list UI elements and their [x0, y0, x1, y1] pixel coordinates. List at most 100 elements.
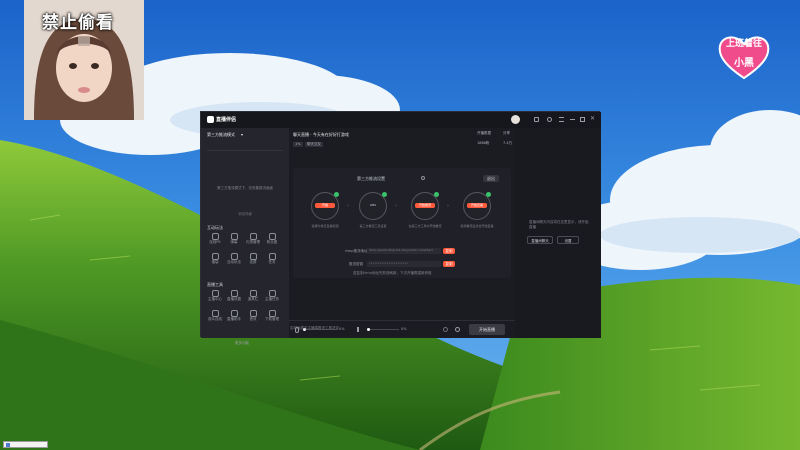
tool-label: 主播任务	[265, 297, 279, 301]
layout-icon[interactable]	[443, 327, 448, 332]
interact-tool-6[interactable]: 连屏	[245, 253, 261, 269]
room-title[interactable]: 聊天直播 · 今天有在好好打游戏	[293, 132, 349, 137]
tool-label: 直播助手	[227, 317, 241, 321]
gear-icon[interactable]	[455, 327, 460, 332]
more-features-link[interactable]: 更多功能	[235, 341, 249, 346]
stream-key-field[interactable]: ••••••••••••••••••••••	[367, 261, 441, 267]
live-companion-window: 直播伴侣 ✕ 第三方推流模式 ▾ 第三方推流模式下，仅采集推流画面 添加场景 互…	[200, 111, 601, 345]
left-sidebar: 第三方推流模式 ▾ 第三方推流模式下，仅采集推流画面 添加场景 互动玩法 直播工…	[201, 128, 289, 345]
tool-icon	[211, 310, 219, 317]
rtmp-address-field[interactable]: rtmp://push-rtmp-l11.douyincdn.com/third	[367, 248, 441, 254]
interact-tool-4[interactable]: 福袋	[207, 253, 223, 269]
minimize-icon[interactable]	[570, 119, 575, 120]
app-logo-text: 直播伴侣	[216, 117, 237, 123]
tool-label: 粉丝团	[266, 240, 278, 244]
sticker-line-2: 小黑	[734, 58, 754, 69]
step-caption-4: 检测推流后点击开始直播	[460, 224, 494, 228]
tool-icon	[268, 253, 276, 260]
sticker-line-1: 上班着往	[725, 39, 762, 49]
check-icon	[434, 192, 439, 197]
webcam-caption: 禁止偷看	[42, 13, 114, 33]
chat-settings-button[interactable]: 设置	[557, 236, 579, 244]
step-badge: 开始推流	[415, 203, 435, 208]
menu-icon[interactable]	[559, 117, 564, 122]
tool-label: 弹幕	[230, 240, 238, 244]
live-tool-4[interactable]: 观众连线	[207, 310, 223, 326]
live-tool-3[interactable]: 主播任务	[264, 290, 280, 306]
tool-icon	[230, 310, 238, 317]
maximize-icon[interactable]	[580, 117, 585, 122]
step-caption-3: 在第三方工具中开始推流	[408, 224, 442, 228]
step-badge: 开始直播	[467, 203, 487, 208]
mic-volume-pct: 0%	[339, 327, 345, 331]
mail-icon[interactable]	[534, 117, 539, 122]
data-link[interactable]: 开播数据	[477, 131, 491, 136]
copy-key-button[interactable]: 复制	[443, 261, 455, 267]
tag-chip-2[interactable]: 聊天交友	[305, 142, 323, 147]
chat-panel: 直播间聊天内容将在这里显示，请开始直播 直播间聊天 设置 开播数据 分享 186…	[477, 128, 601, 338]
tool-label: 音效	[249, 317, 257, 321]
footer-note: 实时画质由主播端推流工具决定	[290, 326, 339, 330]
live-tool-0[interactable]: 主播中心	[207, 290, 223, 306]
scene-mode-dropdown[interactable]: 第三方推流模式	[207, 132, 235, 137]
tray-widget[interactable]	[3, 441, 48, 448]
tool-label: 连线PK	[209, 240, 221, 244]
check-icon	[334, 192, 339, 197]
scene-empty-hint: 第三方推流模式下，仅采集推流画面	[217, 186, 273, 190]
title-bar: 直播伴侣 ✕	[201, 112, 601, 128]
share-link[interactable]: 分享	[503, 131, 510, 136]
tool-icon	[230, 290, 238, 297]
close-icon[interactable]: ✕	[590, 116, 596, 122]
live-tool-5[interactable]: 直播助手	[226, 310, 242, 326]
copy-rtmp-button[interactable]: 复制	[443, 248, 455, 254]
tool-icon	[249, 253, 257, 260]
likes-count: 7.4万	[503, 141, 513, 145]
live-tool-7[interactable]: 下载管理	[264, 310, 280, 326]
user-avatar[interactable]	[511, 115, 520, 124]
tool-label: 直播设置	[227, 297, 241, 301]
interact-tool-2[interactable]: 礼物管理	[245, 233, 261, 249]
tag-chip-1[interactable]: 1%	[293, 142, 303, 147]
tool-icon	[268, 233, 276, 240]
step-caption-2: 第三方推流工具设置	[359, 224, 387, 228]
speaker-volume-slider[interactable]	[367, 328, 399, 331]
interact-tool-5[interactable]: 互动玩法	[226, 253, 242, 269]
chevron-down-icon[interactable]: ▾	[241, 132, 243, 137]
section-tools-title: 直播工具	[207, 282, 223, 287]
tool-icon	[249, 290, 257, 297]
arrow-right-icon: ›	[447, 203, 449, 209]
add-scene-button[interactable]: 添加场景	[221, 212, 269, 217]
exit-third-party-button[interactable]: 退出	[483, 175, 499, 182]
settings-icon[interactable]	[547, 117, 552, 122]
rtmp-address-value: rtmp://push-rtmp-l11.douyincdn.com/third	[369, 248, 433, 252]
interact-tool-3[interactable]: 粉丝团	[264, 233, 280, 249]
refresh-hint: 若复制rtmp地址失败请刷新，下次开播需重新获取	[353, 271, 432, 275]
speaker-icon[interactable]	[357, 327, 362, 332]
step-caption-1: 选择分类及直播标题	[311, 224, 339, 228]
live-tool-2[interactable]: 道具栏	[245, 290, 261, 306]
tool-label: 观众连线	[208, 317, 222, 321]
tool-icon	[249, 233, 257, 240]
live-tool-1[interactable]: 直播设置	[226, 290, 242, 306]
tool-label: 福袋	[211, 260, 219, 264]
fans-count: 1866粉	[477, 141, 490, 145]
tool-label: 礼物管理	[246, 240, 260, 244]
chat-button[interactable]: 直播间聊天	[527, 236, 553, 244]
arrow-right-icon: ›	[347, 203, 349, 209]
start-live-button[interactable]: 开始直播	[469, 324, 505, 335]
interact-tool-0[interactable]: 连线PK	[207, 233, 223, 249]
check-icon	[486, 192, 491, 197]
tool-icon	[268, 310, 276, 317]
step-badge: 开播	[315, 203, 335, 208]
interact-tool-7[interactable]: 任务	[264, 253, 280, 269]
info-icon[interactable]	[421, 176, 425, 180]
speaker-slider-thumb[interactable]	[367, 328, 370, 331]
tool-icon	[211, 233, 219, 240]
live-tool-6[interactable]: 音效	[245, 310, 261, 326]
interact-tool-1[interactable]: 弹幕	[226, 233, 242, 249]
tray-icon	[6, 443, 10, 447]
tool-label: 下载管理	[265, 317, 279, 321]
stream-key-label: 推流密钥	[349, 262, 363, 266]
tool-icon	[230, 233, 238, 240]
arrow-right-icon: ›	[395, 203, 397, 209]
